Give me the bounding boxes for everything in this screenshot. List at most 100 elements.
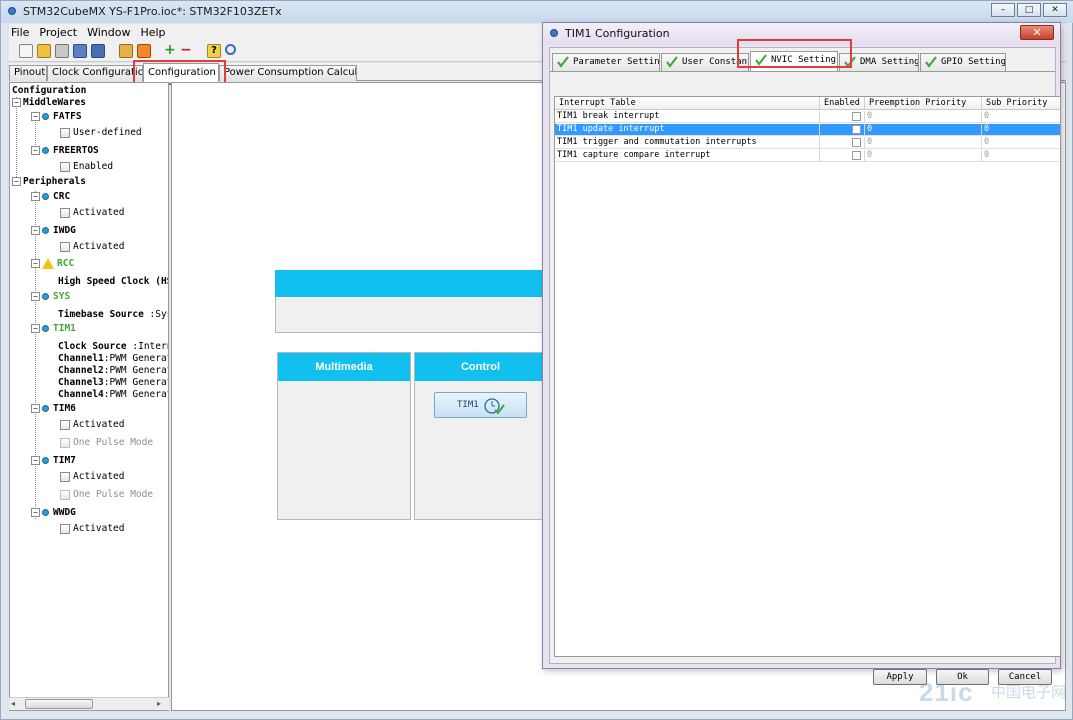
- table-row[interactable]: TIM1 capture compare interrupt 0 0: [555, 150, 1060, 162]
- tab-clock-configuration[interactable]: Clock Configuration: [47, 65, 143, 81]
- component-icon: [42, 405, 49, 412]
- preemption-priority-cell[interactable]: 0: [865, 124, 982, 136]
- new-project-icon[interactable]: [19, 44, 33, 58]
- enabled-checkbox[interactable]: [852, 138, 861, 147]
- tab-user-constants[interactable]: User Constants: [661, 53, 749, 71]
- sub-priority-cell[interactable]: 0: [982, 124, 1060, 136]
- tim1-ch1-label: Channel1: [58, 353, 104, 364]
- collapse-icon[interactable]: −: [12, 98, 21, 107]
- tab-pinout[interactable]: Pinout: [9, 65, 47, 81]
- tab-gpio-settings[interactable]: GPIO Settings: [920, 53, 1006, 71]
- tab-power-consumption-calculator[interactable]: Power Consumption Calculator: [219, 65, 357, 81]
- tree-freertos[interactable]: FREERTOS: [53, 145, 99, 156]
- search-icon[interactable]: [225, 44, 236, 55]
- sub-priority-cell[interactable]: 0: [982, 111, 1060, 123]
- scroll-thumb[interactable]: [25, 699, 93, 709]
- enabled-checkbox[interactable]: [852, 125, 861, 134]
- collapse-icon[interactable]: −: [31, 259, 40, 268]
- tree-wwdg[interactable]: WWDG: [53, 507, 76, 518]
- collapse-icon[interactable]: −: [31, 456, 40, 465]
- save-as-icon[interactable]: [91, 44, 105, 58]
- close-button[interactable]: ✕: [1043, 3, 1067, 17]
- enabled-checkbox[interactable]: [852, 151, 861, 160]
- apply-button[interactable]: Apply: [873, 669, 927, 685]
- tree-rcc[interactable]: RCC: [57, 258, 74, 269]
- tab-parameter-settings[interactable]: Parameter Settings: [552, 53, 660, 71]
- tree-sys[interactable]: SYS: [53, 291, 70, 302]
- scroll-left-icon[interactable]: ◂: [11, 699, 21, 709]
- highlight-box-nvic-settings: [737, 39, 852, 68]
- wwdg-activated-checkbox[interactable]: [60, 523, 70, 534]
- tim7-activated-checkbox[interactable]: [60, 471, 70, 482]
- zoom-in-icon[interactable]: +: [163, 43, 177, 58]
- table-row[interactable]: TIM1 trigger and commutation interrupts …: [555, 137, 1060, 149]
- dialog-close-button[interactable]: ✕: [1020, 25, 1054, 40]
- maximize-button[interactable]: □: [1017, 3, 1041, 17]
- tree-iwdg[interactable]: IWDG: [53, 225, 76, 236]
- tree-tim1[interactable]: TIM1: [53, 323, 76, 334]
- open-folder-icon[interactable]: [37, 44, 51, 58]
- enabled-cell: [820, 137, 865, 149]
- collapse-icon[interactable]: −: [31, 404, 40, 413]
- tim7-one-pulse-checkbox[interactable]: [60, 489, 70, 500]
- help-icon[interactable]: ?: [207, 44, 221, 58]
- minimize-button[interactable]: –: [991, 3, 1015, 17]
- sub-priority-cell[interactable]: 0: [982, 137, 1060, 149]
- tim1-config-button[interactable]: TIM1: [434, 392, 527, 418]
- check-icon: [925, 56, 937, 68]
- menu-file[interactable]: File: [11, 24, 29, 41]
- generate-report-icon[interactable]: [119, 44, 133, 58]
- component-icon: [42, 227, 49, 234]
- col-enabled[interactable]: Enabled: [820, 97, 865, 110]
- tab-gpio-settings-label: GPIO Settings: [941, 57, 1006, 67]
- collapse-icon[interactable]: −: [31, 112, 40, 121]
- tree-tim7[interactable]: TIM7: [53, 455, 76, 466]
- preemption-priority-cell[interactable]: 0: [865, 137, 982, 149]
- fatfs-user-defined-checkbox[interactable]: [60, 127, 70, 138]
- collapse-icon[interactable]: −: [31, 226, 40, 235]
- table-row[interactable]: TIM1 break interrupt 0 0: [555, 111, 1060, 123]
- generate-code-icon[interactable]: [137, 44, 151, 58]
- collapse-icon[interactable]: −: [31, 146, 40, 155]
- ok-button[interactable]: Ok: [936, 669, 989, 685]
- menu-window[interactable]: Window: [87, 24, 130, 41]
- collapse-icon[interactable]: −: [31, 508, 40, 517]
- crc-activated-checkbox[interactable]: [60, 207, 70, 218]
- tim1-ch2-label: Channel2: [58, 365, 104, 376]
- tim1-configuration-dialog: TIM1 Configuration ✕ Parameter Settings …: [542, 22, 1061, 685]
- tree-tim6[interactable]: TIM6: [53, 403, 76, 414]
- tree-peripherals[interactable]: Peripherals: [23, 176, 86, 187]
- tim6-activated-checkbox[interactable]: [60, 419, 70, 430]
- collapse-icon[interactable]: −: [12, 177, 21, 186]
- menu-project[interactable]: Project: [39, 24, 77, 41]
- tree-fatfs[interactable]: FATFS: [53, 111, 82, 122]
- preemption-priority-cell[interactable]: 0: [865, 111, 982, 123]
- freertos-enabled-checkbox[interactable]: [60, 161, 70, 172]
- menu-help[interactable]: Help: [140, 24, 165, 41]
- col-interrupt-table[interactable]: Interrupt Table: [555, 97, 820, 110]
- enabled-checkbox[interactable]: [852, 112, 861, 121]
- tree-middlewares[interactable]: MiddleWares: [23, 97, 86, 108]
- tim6-one-pulse-checkbox[interactable]: [60, 437, 70, 448]
- col-preemption-priority[interactable]: Preemption Priority: [865, 97, 982, 110]
- interrupt-name: TIM1 trigger and commutation interrupts: [555, 137, 820, 149]
- collapse-icon[interactable]: −: [31, 292, 40, 301]
- sub-priority-cell[interactable]: 0: [982, 150, 1060, 162]
- tree-horizontal-scrollbar[interactable]: ◂ ▸: [9, 697, 169, 710]
- close-project-icon[interactable]: [55, 44, 69, 58]
- iwdg-activated-checkbox[interactable]: [60, 241, 70, 252]
- tim1-ch4-value: :PWM Generati: [103, 389, 168, 400]
- control-header: Control: [415, 353, 546, 381]
- collapse-icon[interactable]: −: [31, 324, 40, 333]
- tree-crc[interactable]: CRC: [53, 191, 70, 202]
- scroll-right-icon[interactable]: ▸: [157, 699, 167, 709]
- col-sub-priority[interactable]: Sub Priority: [982, 97, 1060, 110]
- collapse-icon[interactable]: −: [31, 192, 40, 201]
- save-icon[interactable]: [73, 44, 87, 58]
- preemption-priority-cell[interactable]: 0: [865, 150, 982, 162]
- dialog-app-icon: [550, 29, 558, 37]
- zoom-out-icon[interactable]: −: [179, 43, 193, 58]
- cancel-button[interactable]: Cancel: [998, 669, 1052, 685]
- table-row[interactable]: TIM1 update interrupt 0 0: [555, 124, 1060, 136]
- iwdg-activated-label: Activated: [73, 241, 125, 252]
